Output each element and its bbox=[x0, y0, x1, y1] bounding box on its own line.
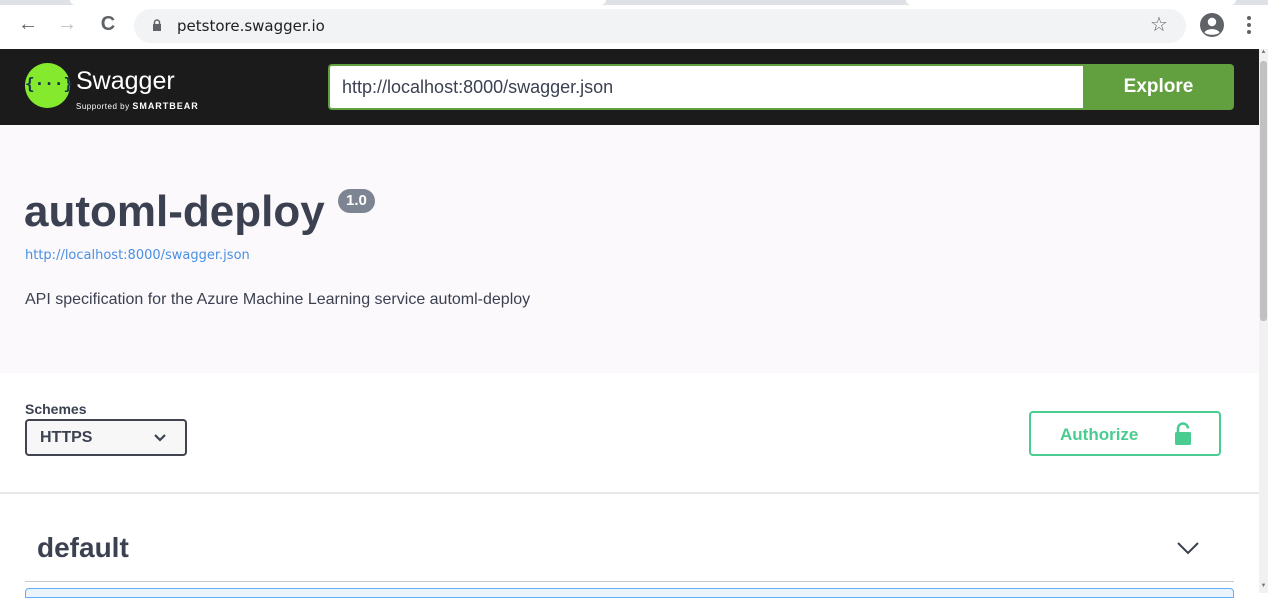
tab-inactive[interactable] bbox=[906, 0, 1236, 5]
authorize-button[interactable]: Authorize bbox=[1029, 411, 1221, 456]
chevron-down-icon[interactable] bbox=[1176, 541, 1200, 555]
operation-block[interactable] bbox=[25, 588, 1234, 598]
bookmark-star-icon[interactable]: ☆ bbox=[1150, 12, 1168, 37]
browser-menu-icon[interactable] bbox=[1245, 14, 1253, 36]
swagger-topbar: {···} Swagger Supported by SMARTBEAR Exp… bbox=[0, 49, 1259, 125]
padlock-open-icon bbox=[1175, 422, 1191, 445]
swagger-logo-word[interactable]: Swagger bbox=[76, 67, 175, 96]
schemes-label: Schemes bbox=[25, 401, 87, 417]
reload-icon[interactable]: C bbox=[96, 12, 120, 36]
spec-url-link[interactable]: http://localhost:8000/swagger.json bbox=[25, 248, 250, 263]
api-description: API specification for the Azure Machine … bbox=[25, 291, 531, 308]
api-info-section: automl-deploy 1.0 http://localhost:8000/… bbox=[0, 125, 1259, 373]
smartbear-tagline: Supported by SMARTBEAR bbox=[76, 101, 199, 111]
browser-toolbar: ← → C petstore.swagger.io ☆ bbox=[0, 0, 1268, 49]
back-icon[interactable]: ← bbox=[16, 12, 40, 36]
address-text: petstore.swagger.io bbox=[177, 17, 325, 35]
scheme-selected-value: HTTPS bbox=[40, 429, 93, 446]
page-scrollbar[interactable]: ▲ ▼ bbox=[1259, 49, 1268, 593]
tagline-prefix: Supported by bbox=[76, 102, 133, 111]
tab-strip bbox=[0, 0, 1268, 5]
tab-inactive[interactable] bbox=[70, 0, 606, 5]
scroll-down-arrow-icon[interactable]: ▼ bbox=[1260, 583, 1267, 589]
scroll-up-arrow-icon[interactable]: ▲ bbox=[1260, 49, 1267, 55]
chevron-down-icon bbox=[154, 434, 166, 442]
tagline-brand: SMARTBEAR bbox=[132, 101, 199, 111]
profile-icon[interactable] bbox=[1199, 12, 1225, 38]
operations-section: default bbox=[0, 496, 1259, 598]
tag-title-default[interactable]: default bbox=[37, 532, 129, 564]
forward-icon[interactable]: → bbox=[55, 12, 79, 36]
address-bar[interactable]: petstore.swagger.io bbox=[134, 9, 1186, 43]
logo-braces: {···} bbox=[25, 74, 74, 93]
scheme-container: Schemes HTTPS Authorize bbox=[0, 373, 1259, 494]
version-badge: 1.0 bbox=[338, 189, 375, 213]
spec-url-input[interactable] bbox=[328, 64, 1084, 110]
api-title: automl-deploy bbox=[24, 187, 325, 236]
tag-divider bbox=[25, 581, 1234, 582]
swagger-logo-icon[interactable]: {···} bbox=[25, 63, 74, 108]
explore-button[interactable]: Explore bbox=[1083, 64, 1234, 110]
authorize-label: Authorize bbox=[1060, 425, 1139, 444]
scrollbar-thumb[interactable] bbox=[1260, 61, 1267, 321]
scheme-select[interactable]: HTTPS bbox=[25, 419, 187, 456]
lock-icon bbox=[153, 19, 161, 31]
